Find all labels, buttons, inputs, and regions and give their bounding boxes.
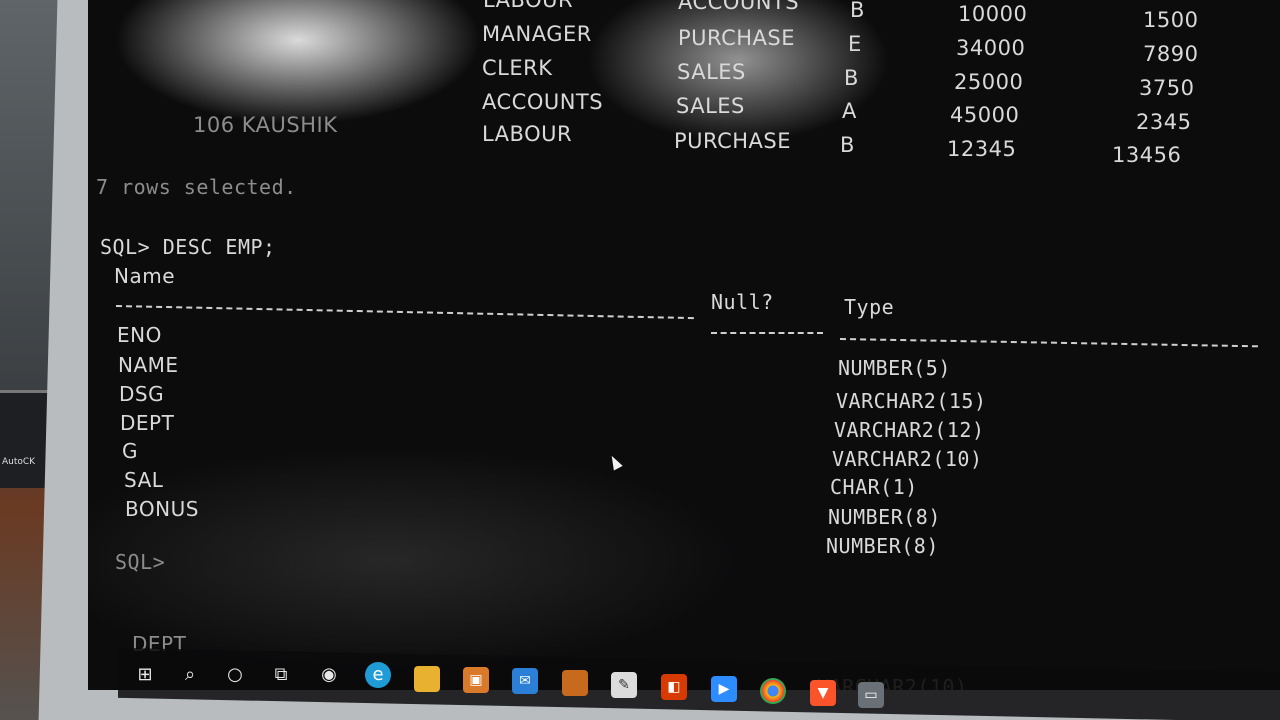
task-view-icon[interactable]: ⧉ bbox=[268, 662, 294, 688]
separator-null bbox=[711, 332, 823, 334]
row-4-dsg: LABOUR bbox=[482, 122, 573, 146]
row-4-bonus: 13456 bbox=[1112, 143, 1182, 167]
row-1-dsg: MANAGER bbox=[482, 22, 592, 46]
cortana-icon[interactable]: ○ bbox=[222, 662, 248, 688]
row-2-dsg: CLERK bbox=[482, 56, 553, 80]
column-type-2: VARCHAR2(12) bbox=[834, 418, 985, 442]
row-count-message: 7 rows selected. bbox=[96, 175, 297, 199]
notepad-icon[interactable]: ✎ bbox=[611, 672, 637, 698]
column-name-2: DSG bbox=[119, 382, 165, 406]
store-icon[interactable]: ▣ bbox=[463, 667, 489, 693]
row-2-sal: 25000 bbox=[954, 70, 1024, 94]
column-name-6: BONUS bbox=[125, 497, 199, 521]
row-3-g: A bbox=[842, 99, 857, 123]
column-name-4: G bbox=[122, 439, 138, 463]
row-2-dept: SALES bbox=[677, 60, 746, 84]
column-name-1: NAME bbox=[118, 353, 179, 377]
row-0-g: B bbox=[850, 0, 865, 22]
row-3-dept: SALES bbox=[676, 94, 745, 118]
sql-prompt[interactable]: SQL> bbox=[115, 550, 165, 574]
column-name-5: SAL bbox=[124, 468, 164, 492]
row-2-g: B bbox=[844, 66, 859, 90]
search-icon[interactable]: ⌕ bbox=[177, 662, 203, 688]
column-type-6: NUMBER(8) bbox=[826, 534, 939, 558]
row-1-sal: 34000 bbox=[956, 36, 1026, 60]
separator-name bbox=[115, 305, 694, 320]
row-3-sal: 45000 bbox=[950, 103, 1020, 127]
sublime-icon[interactable] bbox=[562, 670, 588, 696]
row-1-bonus: 7890 bbox=[1143, 42, 1199, 66]
header-null: Null? bbox=[711, 290, 774, 314]
row-0-bonus: 1500 bbox=[1143, 8, 1199, 32]
mail-icon[interactable]: ✉ bbox=[512, 668, 538, 694]
desc-command: SQL> DESC EMP; bbox=[100, 235, 276, 259]
row-0-dsg: LABOUR bbox=[483, 0, 574, 12]
edge-icon[interactable]: e bbox=[365, 662, 391, 688]
column-type-4: CHAR(1) bbox=[830, 475, 918, 499]
brave-icon[interactable]: ▼ bbox=[810, 680, 836, 706]
row-4-name: 106 KAUSHIK bbox=[193, 113, 338, 137]
office-icon[interactable]: ◧ bbox=[661, 674, 687, 700]
column-name-0: ENO bbox=[117, 323, 162, 347]
row-1-dept: PURCHASE bbox=[678, 26, 795, 50]
row-0-sal: 10000 bbox=[958, 2, 1028, 26]
dell-icon[interactable]: ◉ bbox=[316, 662, 342, 688]
column-name-3: DEPT bbox=[120, 411, 175, 435]
row-4-sal: 12345 bbox=[947, 137, 1017, 161]
header-type: Type bbox=[844, 295, 895, 319]
row-3-bonus: 2345 bbox=[1136, 110, 1192, 134]
column-type-0: NUMBER(5) bbox=[838, 356, 951, 380]
row-4-g: B bbox=[840, 133, 855, 157]
window-icon[interactable]: ▭ bbox=[858, 682, 884, 708]
row-3-dsg: ACCOUNTS bbox=[482, 90, 604, 114]
photo-scene: AutoCK LABOUR ACCOUNTS B 10000 1500 MANA… bbox=[0, 0, 1280, 720]
column-type-5: NUMBER(8) bbox=[828, 505, 941, 529]
row-1-g: E bbox=[848, 32, 862, 56]
zoom-icon[interactable]: ▶ bbox=[711, 676, 737, 702]
row-2-bonus: 3750 bbox=[1139, 76, 1195, 100]
row-0-dept: ACCOUNTS bbox=[678, 0, 800, 14]
header-name: Name bbox=[114, 264, 176, 288]
column-type-1: VARCHAR2(15) bbox=[836, 389, 987, 413]
windows-start-icon[interactable]: ⊞ bbox=[132, 662, 158, 688]
column-type-3: VARCHAR2(10) bbox=[832, 447, 983, 471]
row-4-dept: PURCHASE bbox=[674, 129, 791, 153]
chrome-icon[interactable] bbox=[760, 678, 786, 704]
separator-type bbox=[839, 338, 1258, 348]
background-monitor-text: AutoCK bbox=[2, 457, 36, 467]
terminal-screen: LABOUR ACCOUNTS B 10000 1500 MANAGER PUR… bbox=[88, 0, 1280, 690]
file-explorer-icon[interactable] bbox=[414, 666, 440, 692]
